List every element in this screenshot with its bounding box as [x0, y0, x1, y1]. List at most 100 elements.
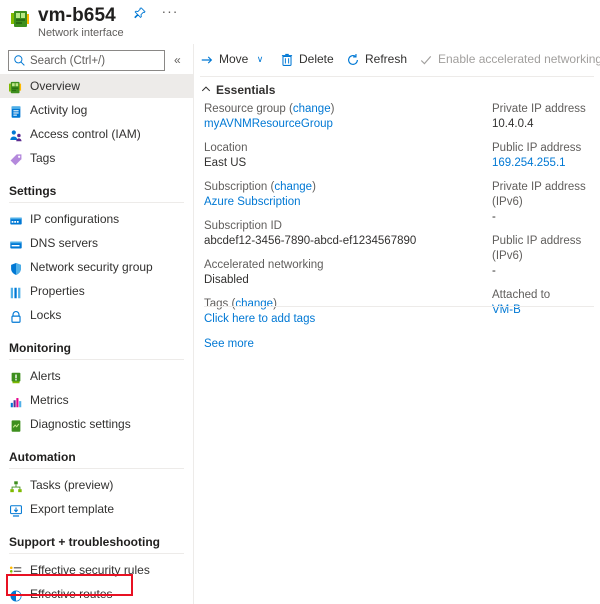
- network-interface-icon: [9, 79, 23, 94]
- change-link[interactable]: change: [274, 181, 312, 193]
- sidebar-item-label: Network security group: [30, 260, 153, 274]
- field-label: Location: [204, 142, 248, 154]
- sidebar-item-activity-log[interactable]: Activity log: [0, 98, 193, 122]
- tag-icon: [9, 151, 23, 166]
- public-ip-link[interactable]: 169.254.255.1: [492, 157, 566, 169]
- essentials-field: Subscription (change) Azure Subscription: [204, 180, 484, 210]
- delete-label: Delete: [299, 52, 334, 66]
- sidebar-item-label: Effective routes: [30, 587, 113, 601]
- shield-icon: [9, 260, 23, 275]
- diagnostic-settings-icon: [9, 417, 23, 432]
- search-icon: [13, 54, 26, 67]
- sidebar-item-properties[interactable]: Properties: [0, 279, 193, 303]
- enable-accelerated-networking-label: Enable accelerated networking: [438, 52, 600, 66]
- move-button[interactable]: Move ∨: [200, 48, 263, 70]
- move-label: Move: [219, 52, 249, 66]
- sidebar-item-export-template[interactable]: Export template: [0, 497, 193, 521]
- pin-icon[interactable]: [133, 7, 146, 20]
- activity-log-icon: [9, 103, 23, 118]
- sidebar-item-label: Tags: [30, 151, 56, 165]
- chevron-double-left-icon[interactable]: «: [174, 53, 181, 67]
- field-value: Disabled: [204, 274, 249, 286]
- lock-icon: [9, 308, 23, 323]
- ip-configurations-icon: [9, 212, 23, 226]
- essentials-field: Attached to VM-B: [492, 288, 600, 318]
- sidebar-item-label: Metrics: [30, 393, 69, 407]
- metrics-icon: [9, 393, 23, 408]
- sidebar-item-metrics[interactable]: Metrics: [0, 388, 193, 412]
- see-more-row: See more: [204, 337, 484, 352]
- sidebar-item-tags[interactable]: Tags: [0, 146, 193, 170]
- essentials-field: Private IP address 10.4.0.4: [492, 102, 600, 132]
- sidebar-nav-list: Overview Activity log Access control (IA…: [0, 74, 193, 604]
- trash-icon: [280, 52, 294, 66]
- essentials-bottom-divider: [204, 306, 594, 307]
- subscription-link[interactable]: Azure Subscription: [204, 196, 301, 208]
- chevron-up-icon: [200, 81, 212, 93]
- essentials-field: Public IP address 169.254.255.1: [492, 141, 600, 171]
- sidebar-item-effective-routes[interactable]: Effective routes: [0, 582, 193, 604]
- sidebar-item-label: Locks: [30, 308, 62, 322]
- field-label: Subscription ID: [204, 220, 282, 232]
- field-label: Resource group (change): [204, 103, 335, 115]
- page-subtitle: Network interface: [38, 27, 124, 39]
- sidebar-item-diagnostic-settings[interactable]: Diagnostic settings: [0, 412, 193, 436]
- refresh-button[interactable]: Refresh: [346, 48, 407, 70]
- field-label: Accelerated networking: [204, 259, 324, 271]
- sidebar-item-overview[interactable]: Overview: [0, 74, 193, 98]
- essentials-tags-field: Tags (change) Click here to add tags: [204, 297, 484, 327]
- sidebar-item-dns-servers[interactable]: DNS servers: [0, 231, 193, 255]
- network-interface-icon: [10, 10, 32, 30]
- sidebar-section-monitoring: Monitoring: [9, 341, 71, 355]
- field-value: 10.4.0.4: [492, 118, 534, 130]
- sidebar-item-label: Diagnostic settings: [30, 417, 131, 431]
- delete-button[interactable]: Delete: [280, 48, 334, 70]
- sidebar-section-divider: [9, 359, 184, 360]
- essentials-label: Essentials: [216, 83, 276, 97]
- sidebar-item-network-security-group[interactable]: Network security group: [0, 255, 193, 279]
- sidebar-item-label: Activity log: [30, 103, 88, 117]
- access-control-icon: [9, 127, 23, 142]
- sidebar-section-divider: [9, 202, 184, 203]
- azure-portal-nic-overview: vm-b654 ··· Network interface Search (Ct…: [0, 0, 600, 604]
- field-label: Private IP address (IPv6): [492, 181, 586, 208]
- sidebar-item-label: Alerts: [30, 369, 61, 383]
- sidebar-item-access-control[interactable]: Access control (IAM): [0, 122, 193, 146]
- ellipsis-icon[interactable]: ···: [161, 4, 178, 18]
- sidebar-item-effective-security-rules[interactable]: Effective security rules: [0, 558, 193, 582]
- page-title: vm-b654: [38, 5, 116, 26]
- field-value: Click here to add tags: [204, 312, 484, 327]
- change-link[interactable]: change: [235, 298, 273, 310]
- add-tags-link[interactable]: Click here to add tags: [204, 313, 315, 325]
- sidebar-search-row: Search (Ctrl+/) «: [0, 48, 193, 74]
- properties-icon: [9, 284, 23, 299]
- sidebar-item-alerts[interactable]: Alerts: [0, 364, 193, 388]
- checkmark-icon: [419, 52, 433, 66]
- sidebar-item-label: Export template: [30, 502, 115, 516]
- sidebar-item-tasks[interactable]: Tasks (preview): [0, 473, 193, 497]
- refresh-icon: [346, 52, 360, 66]
- resource-group-link[interactable]: myAVNMResourceGroup: [204, 118, 333, 130]
- dns-servers-icon: [9, 236, 23, 250]
- field-value: -: [492, 265, 496, 277]
- search-input[interactable]: Search (Ctrl+/): [8, 50, 165, 71]
- essentials-field: Public IP address (IPv6) -: [492, 234, 600, 279]
- sidebar-item-label: Access control (IAM): [30, 127, 141, 141]
- chevron-down-icon[interactable]: ∨: [257, 54, 264, 64]
- sidebar-item-label: Overview: [30, 79, 81, 93]
- sidebar-item-ip-configurations[interactable]: IP configurations: [0, 207, 193, 231]
- sidebar-item-locks[interactable]: Locks: [0, 303, 193, 327]
- page-title-group: vm-b654 ···: [38, 4, 178, 27]
- see-more-link[interactable]: See more: [204, 338, 254, 350]
- sidebar-section-divider: [9, 553, 184, 554]
- essentials-field: Location East US: [204, 141, 484, 171]
- field-value: myAVNMResourceGroup: [204, 117, 484, 132]
- field-label: Public IP address (IPv6): [492, 235, 582, 262]
- essentials-toggle[interactable]: Essentials: [200, 80, 275, 100]
- tasks-icon: [9, 478, 23, 493]
- essentials-field: Accelerated networking Disabled: [204, 258, 484, 288]
- search-placeholder: Search (Ctrl+/): [30, 55, 106, 67]
- effective-routes-icon: [9, 587, 23, 602]
- change-link[interactable]: change: [293, 103, 331, 115]
- field-label: Public IP address: [492, 142, 582, 154]
